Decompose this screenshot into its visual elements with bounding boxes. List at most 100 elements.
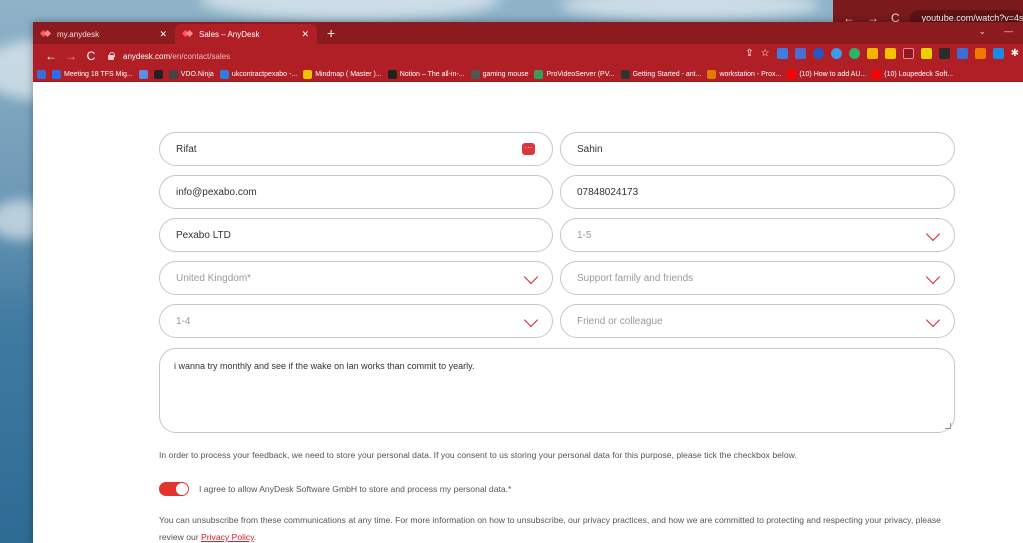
reload-button[interactable]: C: [81, 49, 101, 63]
consent-toggle[interactable]: [159, 482, 189, 496]
message-value: i wanna try monthly and see if the wake …: [174, 361, 475, 371]
bookmark-item[interactable]: ProVideoServer (PV...: [534, 70, 615, 79]
extension-icon[interactable]: [848, 48, 860, 59]
email-field[interactable]: info@pexabo.com: [159, 175, 553, 209]
privacy-policy-link[interactable]: Privacy Policy: [201, 532, 254, 542]
extension-icon[interactable]: [776, 48, 788, 59]
tab-sales-anydesk[interactable]: Sales – AnyDesk ✕: [175, 24, 317, 44]
anydesk-favicon-icon: [41, 30, 51, 38]
bookmark-item[interactable]: [153, 70, 163, 79]
bookmark-favicon-icon: [303, 70, 313, 79]
extension-icon[interactable]: [938, 48, 950, 59]
extensions-puzzle-icon[interactable]: ✱: [1011, 48, 1019, 59]
email-value: info@pexabo.com: [176, 186, 257, 198]
last-name-field[interactable]: Sahin: [560, 132, 955, 166]
data-storage-note: In order to process your feedback, we ne…: [159, 450, 797, 460]
bookmark-label: ProVideoServer (PV...: [546, 71, 615, 78]
extension-icon[interactable]: [830, 48, 842, 59]
bookmark-item[interactable]: gaming mouse: [470, 70, 529, 79]
bookmark-label: Meeting 18 TFS Mig...: [64, 71, 133, 78]
bookmark-item[interactable]: (10) How to add AU...: [787, 70, 866, 79]
bookmark-favicon-icon: [787, 70, 797, 79]
bookmark-favicon-icon: [138, 70, 148, 79]
back-button[interactable]: ←: [41, 49, 61, 63]
use-case-select[interactable]: Support family and friends: [560, 261, 955, 295]
country-placeholder: United Kingdom*: [176, 272, 252, 284]
employees-placeholder: 1-5: [577, 229, 592, 241]
bookmark-item[interactable]: Notion – The all-in-...: [387, 70, 465, 79]
bookmark-label: ukcontractpexabo -...: [231, 71, 298, 78]
bookmark-item[interactable]: Mindmap ( Master )...: [303, 70, 382, 79]
bookmarks-bar: Meeting 18 TFS Mig... VDO.Ninja ukcontract…: [33, 68, 1023, 82]
employees-select[interactable]: 1-5: [560, 218, 955, 252]
bookmark-item[interactable]: VDO.Ninja: [168, 70, 214, 79]
anydesk-favicon-icon: [183, 30, 193, 38]
extension-icon[interactable]: [974, 48, 986, 59]
share-icon[interactable]: ⇪: [745, 48, 753, 59]
password-manager-icon[interactable]: ···: [522, 143, 535, 155]
close-tab-icon[interactable]: ✕: [159, 29, 167, 40]
new-tab-button[interactable]: +: [317, 25, 345, 44]
devices-placeholder: 1-4: [176, 315, 191, 327]
first-name-field[interactable]: Rifat ···: [159, 132, 553, 166]
address-bar[interactable]: anydesk.com/en/contact/sales: [107, 47, 230, 65]
referral-select[interactable]: Friend or colleague: [560, 304, 955, 338]
bookmark-item[interactable]: [37, 70, 46, 79]
extension-icon[interactable]: [920, 48, 932, 59]
minimize-icon[interactable]: —: [1004, 26, 1013, 37]
extension-icon[interactable]: [812, 48, 824, 59]
country-select[interactable]: United Kingdom*: [159, 261, 553, 295]
extension-icon[interactable]: [902, 48, 914, 59]
bookmark-label: Getting Started - ant...: [632, 71, 702, 78]
bookmark-label: (10) Loupedeck Soft...: [884, 71, 954, 78]
bookmark-item[interactable]: Meeting 18 TFS Mig...: [52, 70, 133, 79]
phone-value: 07848024173: [577, 186, 639, 198]
bookmark-favicon-icon: [387, 70, 397, 79]
resize-handle-icon[interactable]: [945, 423, 951, 429]
extension-icon[interactable]: [884, 48, 896, 59]
extension-icon[interactable]: [866, 48, 878, 59]
use-case-placeholder: Support family and friends: [577, 272, 694, 284]
contact-sales-page: Rifat ··· Sahin info@pexabo.com 07848024…: [33, 82, 1023, 543]
referral-placeholder: Friend or colleague: [577, 315, 663, 327]
bookmark-item[interactable]: workstation - Prox...: [707, 70, 781, 79]
bookmark-item[interactable]: ukcontractpexabo -...: [219, 70, 298, 79]
unsubscribe-period: .: [253, 532, 257, 542]
unsubscribe-text: You can unsubscribe from these communica…: [159, 515, 941, 542]
bookmark-favicon-icon: [219, 70, 229, 79]
company-value: Pexabo LTD: [176, 229, 231, 241]
tab-strip: my.anydesk ✕ Sales – AnyDesk ✕ + ⌄ —: [33, 22, 1023, 44]
forward-button[interactable]: →: [61, 49, 81, 63]
bookmark-label: Mindmap ( Master )...: [315, 71, 382, 78]
message-textarea[interactable]: i wanna try monthly and see if the wake …: [159, 348, 955, 433]
bookmark-item[interactable]: Getting Started - ant...: [620, 70, 702, 79]
extension-icon[interactable]: [794, 48, 806, 59]
bookmark-item[interactable]: [138, 70, 148, 79]
url-path: /en/contact/sales: [170, 51, 231, 61]
browser-toolbar: ← → C anydesk.com/en/contact/sales ⇪ ☆ ✱: [33, 44, 1023, 68]
bookmark-favicon-icon: [534, 70, 544, 79]
extension-icon[interactable]: [992, 48, 1004, 59]
lock-icon: [107, 52, 115, 60]
bookmark-favicon-icon: [168, 70, 178, 79]
bookmark-item[interactable]: (10) Loupedeck Soft...: [872, 70, 953, 79]
bookmark-favicon-icon: [872, 70, 882, 79]
bookmark-favicon-icon: [37, 70, 46, 79]
wallpaper-cloud: [200, 0, 500, 20]
url-host: anydesk.com: [123, 51, 171, 61]
devices-select[interactable]: 1-4: [159, 304, 553, 338]
bookmark-label: Notion – The all-in-...: [399, 71, 465, 78]
bookmark-label: (10) How to add AU...: [799, 71, 867, 78]
extension-icon[interactable]: [956, 48, 968, 59]
extensions-area: ⇪ ☆ ✱: [745, 48, 1019, 59]
company-field[interactable]: Pexabo LTD: [159, 218, 553, 252]
tab-my-anydesk[interactable]: my.anydesk ✕: [33, 24, 175, 44]
first-name-value: Rifat: [176, 143, 197, 155]
tab-search-icon[interactable]: ⌄: [978, 26, 986, 37]
bookmark-label: gaming mouse: [482, 71, 529, 78]
unsubscribe-note: You can unsubscribe from these communica…: [159, 512, 959, 543]
bookmark-label: workstation - Prox...: [719, 71, 782, 78]
phone-field[interactable]: 07848024173: [560, 175, 955, 209]
close-tab-icon[interactable]: ✕: [301, 29, 309, 40]
bookmark-star-icon[interactable]: ☆: [761, 48, 770, 59]
